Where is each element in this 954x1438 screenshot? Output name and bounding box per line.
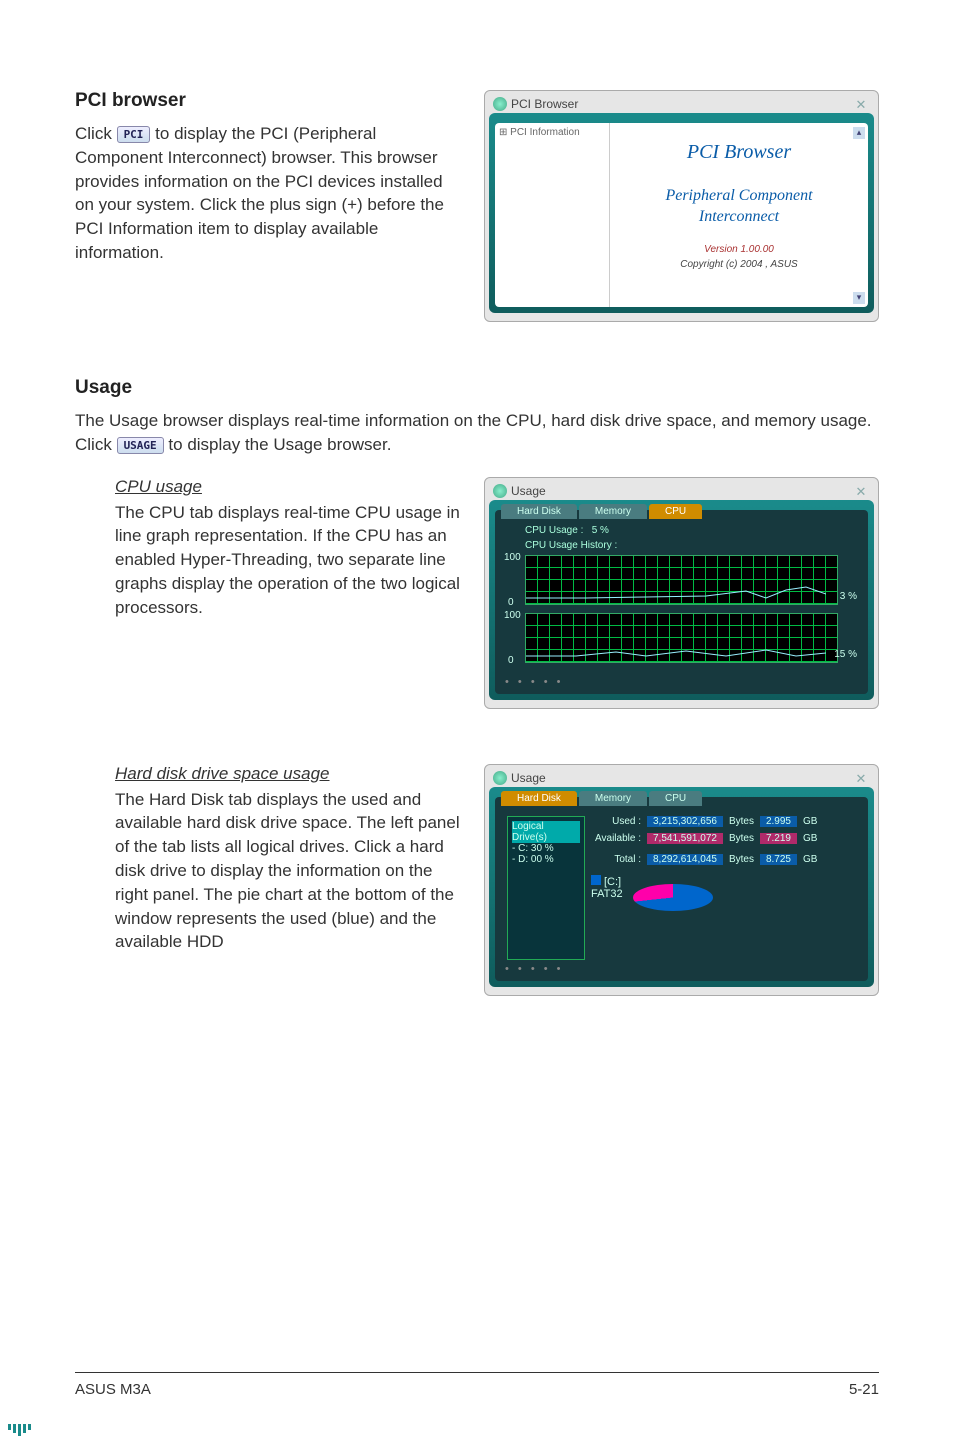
usage-section-title: Usage: [75, 377, 879, 399]
pci-panel-heading: PCI Browser: [610, 141, 868, 164]
cpu-graph-2: 100 0 15 %: [525, 613, 838, 663]
usage-intro: The Usage browser displays real-time inf…: [75, 409, 879, 457]
usage-inline-button: USAGE: [117, 437, 164, 454]
footer-left: ASUS M3A: [75, 1381, 151, 1398]
pci-tree-item[interactable]: ⊞ PCI Information: [499, 127, 580, 138]
pager-dots: • • • • •: [505, 676, 563, 688]
disk-row-avail: Available : 7,541,591,072 Bytes 7.219 GB: [591, 833, 856, 844]
cpu-graph-1: 100 0 3 %: [525, 555, 838, 605]
cpu-usage-body: The CPU tab displays real-time CPU usage…: [115, 501, 464, 620]
cpu-usage-window: Usage ✕ Hard Disk Memory CPU CPU Usage :…: [484, 477, 879, 709]
pci-window-title: PCI Browser: [511, 97, 578, 111]
page-footer: ASUS M3A 5-21: [75, 1372, 879, 1398]
drive-c-item[interactable]: - C: 30 %: [512, 843, 580, 854]
pci-inline-button: PCI: [117, 126, 151, 143]
disk-usage-heading: Hard disk drive space usage: [115, 764, 464, 784]
cpu-window-titlebar: Usage ✕: [489, 482, 874, 500]
drive-list[interactable]: Logical Drive(s) - C: 30 % - D: 00 %: [507, 816, 585, 960]
cpu-usage-value: 5 %: [592, 525, 609, 536]
tab-cpu[interactable]: CPU: [649, 791, 702, 806]
cpu-window-title: Usage: [511, 484, 546, 498]
scroll-up-icon[interactable]: ▴: [853, 127, 865, 139]
cpu-graph2-pct: 15 %: [834, 649, 857, 660]
close-icon[interactable]: ✕: [854, 772, 868, 786]
tab-memory[interactable]: Memory: [579, 791, 647, 806]
tab-hard-disk[interactable]: Hard Disk: [501, 791, 577, 806]
pci-panel-sub1: Peripheral Component: [610, 186, 868, 207]
pci-copyright: Copyright (c) 2004 , ASUS: [610, 259, 868, 270]
pci-tree-panel[interactable]: ⊞ PCI Information: [495, 123, 610, 307]
disk-window-titlebar: Usage ✕: [489, 769, 874, 787]
disk-usage-window: Usage ✕ Hard Disk Memory CPU Logical Dri…: [484, 764, 879, 996]
pci-window-titlebar: PCI Browser ✕: [489, 95, 874, 113]
close-icon[interactable]: ✕: [854, 485, 868, 499]
pie-legend: [C:] FAT32: [591, 875, 623, 920]
scroll-down-icon[interactable]: ▾: [853, 292, 865, 304]
pci-app-window: PCI Browser ✕ ⊞ PCI Information ▴ PCI Br…: [484, 90, 879, 322]
pager-dots: • • • • •: [505, 963, 563, 975]
cpu-graph1-pct: 3 %: [840, 591, 857, 602]
drive-list-header: Logical Drive(s): [512, 821, 580, 843]
tab-cpu[interactable]: CPU: [649, 504, 702, 519]
usage-intro-suffix: to display the Usage browser.: [168, 435, 391, 454]
cpu-usage-label: CPU Usage :: [525, 525, 583, 536]
cpu-usage-heading: CPU usage: [115, 477, 464, 497]
pci-version: Version 1.00.00: [610, 244, 868, 255]
close-icon[interactable]: ✕: [854, 98, 868, 112]
pci-section-title: PCI browser: [75, 90, 464, 112]
drive-d-item[interactable]: - D: 00 %: [512, 854, 580, 865]
pci-text-prefix: Click: [75, 124, 117, 143]
pie-chart: [633, 884, 713, 911]
pci-panel-sub2: Interconnect: [610, 207, 868, 228]
footer-right: 5-21: [849, 1381, 879, 1398]
disk-row-total: Total : 8,292,614,045 Bytes 8.725 GB: [591, 854, 856, 865]
tab-hard-disk[interactable]: Hard Disk: [501, 504, 577, 519]
resize-grip-icon: [8, 1424, 31, 1436]
tab-memory[interactable]: Memory: [579, 504, 647, 519]
disk-usage-body: The Hard Disk tab displays the used and …: [115, 788, 464, 955]
cpu-history-label: CPU Usage History :: [525, 540, 838, 551]
pci-body: Click PCI to display the PCI (Peripheral…: [75, 122, 464, 265]
disk-row-used: Used : 3,215,302,656 Bytes 2.995 GB: [591, 816, 856, 827]
disk-window-title: Usage: [511, 771, 546, 785]
pci-text-suffix: to display the PCI (Peripheral Component…: [75, 124, 444, 262]
